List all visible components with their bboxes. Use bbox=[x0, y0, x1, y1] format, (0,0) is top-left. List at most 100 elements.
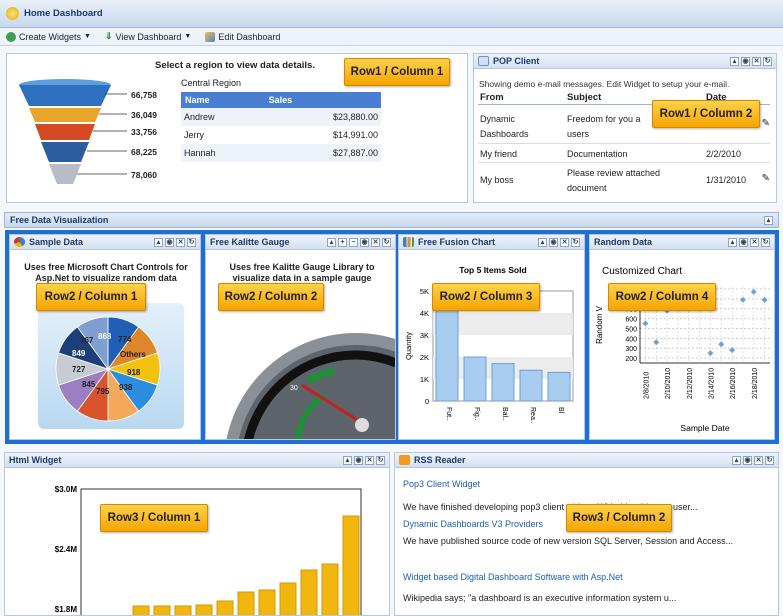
scatter-point[interactable] bbox=[739, 296, 746, 303]
collapse-icon[interactable]: ▴ bbox=[730, 56, 739, 66]
pie-label: 863 bbox=[98, 332, 112, 341]
y-axis-label: Random V bbox=[595, 305, 604, 343]
collapse-icon[interactable]: ▴ bbox=[732, 455, 741, 465]
sample-data-title: Sample Data bbox=[29, 237, 84, 247]
refresh-icon[interactable]: ↻ bbox=[571, 237, 580, 247]
refresh-icon[interactable]: ↻ bbox=[382, 237, 391, 247]
collapse-icon[interactable]: ▴ bbox=[728, 237, 737, 247]
funnel-segment[interactable] bbox=[19, 85, 111, 106]
y-tick-label: 0 bbox=[425, 397, 429, 406]
close-icon[interactable]: ✕ bbox=[365, 455, 374, 465]
bar[interactable] bbox=[174, 605, 192, 616]
bar[interactable] bbox=[237, 591, 255, 616]
table-row[interactable]: Andrew $23,880.00 bbox=[181, 108, 381, 126]
rss-item-title[interactable]: Dynamic Dashboards V3 Providers bbox=[403, 519, 543, 529]
refresh-icon[interactable]: ↻ bbox=[765, 455, 774, 465]
scatter-point[interactable] bbox=[761, 296, 768, 303]
collapse-icon[interactable]: ▴ bbox=[764, 215, 773, 225]
close-icon[interactable]: ✕ bbox=[371, 237, 380, 247]
table-row[interactable]: Hannah $27,887.00 bbox=[181, 144, 381, 162]
revenue-bar-chart[interactable]: $1.8M $2.4M $3.0M bbox=[5, 469, 390, 616]
bar[interactable] bbox=[258, 589, 276, 616]
x-tick-label: 2/12/2010 bbox=[687, 368, 694, 399]
bar[interactable] bbox=[279, 582, 297, 616]
scatter-point[interactable] bbox=[750, 288, 757, 295]
refresh-icon[interactable]: ↻ bbox=[763, 56, 772, 66]
refresh-icon[interactable]: ↻ bbox=[761, 237, 770, 247]
collapse-icon[interactable]: ▴ bbox=[538, 237, 547, 247]
bar[interactable] bbox=[491, 363, 515, 402]
rss-item-title[interactable]: Pop3 Client Widget bbox=[403, 479, 480, 489]
bar[interactable] bbox=[195, 604, 213, 616]
scatter-chart[interactable]: Customized Chart200300400500600700800900… bbox=[590, 251, 776, 439]
zoom-in-icon[interactable]: + bbox=[338, 237, 347, 247]
funnel-value: 66,758 bbox=[131, 90, 157, 100]
table-row[interactable]: Jerry $14,991.00 bbox=[181, 126, 381, 144]
x-tick-label: 2/8/2010 bbox=[643, 372, 650, 399]
edit-dashboard-button[interactable]: Edit Dashboard bbox=[205, 31, 281, 42]
pie-label: 938 bbox=[119, 383, 133, 392]
bar[interactable] bbox=[342, 515, 360, 616]
scatter-point[interactable] bbox=[718, 341, 725, 348]
close-icon[interactable]: ✕ bbox=[750, 237, 759, 247]
email-row[interactable]: My friend Documentation 2/2/2010 bbox=[478, 145, 770, 163]
x-tick-label: Fig.. bbox=[473, 407, 480, 421]
collapse-icon[interactable]: ▴ bbox=[327, 237, 336, 247]
bar[interactable] bbox=[321, 563, 339, 616]
scatter-point[interactable] bbox=[707, 350, 714, 357]
funnel-segment[interactable] bbox=[41, 142, 89, 162]
bar[interactable] bbox=[519, 369, 543, 402]
collapse-icon[interactable]: ▴ bbox=[154, 237, 163, 247]
view-dashboard-button[interactable]: ⇓ View Dashboard ▼ bbox=[105, 31, 191, 42]
bar[interactable] bbox=[216, 600, 234, 616]
settings-icon[interactable]: ◉ bbox=[743, 455, 752, 465]
funnel-segment[interactable] bbox=[29, 108, 101, 122]
refresh-icon[interactable]: ↻ bbox=[376, 455, 385, 465]
settings-icon[interactable]: ◉ bbox=[741, 56, 750, 66]
email-from: Dynamic Dashboards bbox=[480, 114, 529, 139]
close-icon[interactable]: ✕ bbox=[754, 455, 763, 465]
close-icon[interactable]: ✕ bbox=[176, 237, 185, 247]
bar[interactable] bbox=[153, 605, 171, 616]
funnel-segment[interactable] bbox=[35, 124, 95, 140]
layout-tag: Row2 / Column 2 bbox=[218, 283, 324, 311]
close-icon[interactable]: ✕ bbox=[752, 56, 761, 66]
rss-item-title[interactable]: Widget based Digital Dashboard Software … bbox=[403, 572, 623, 582]
fusion-chart-title: Free Fusion Chart bbox=[418, 237, 496, 247]
gauge[interactable] bbox=[206, 295, 396, 440]
random-data-title: Random Data bbox=[594, 237, 653, 247]
zoom-out-icon[interactable]: − bbox=[349, 237, 358, 247]
pie-chart[interactable] bbox=[48, 307, 168, 425]
edit-dashboard-label: Edit Dashboard bbox=[218, 31, 281, 42]
section-title: Free Data Visualization bbox=[10, 215, 109, 225]
settings-icon[interactable]: ◉ bbox=[549, 237, 558, 247]
settings-icon[interactable]: ◉ bbox=[165, 237, 174, 247]
y-tick-label: $2.4M bbox=[55, 545, 78, 554]
y-tick-label: 2K bbox=[420, 353, 429, 362]
y-tick-label: 600 bbox=[625, 317, 637, 324]
y-tick-label: 500 bbox=[625, 326, 637, 333]
close-icon[interactable]: ✕ bbox=[560, 237, 569, 247]
refresh-icon[interactable]: ↻ bbox=[187, 237, 196, 247]
scatter-point[interactable] bbox=[642, 320, 649, 327]
edit-pencil-icon[interactable]: ✎ bbox=[762, 118, 770, 129]
funnel-segment[interactable] bbox=[49, 164, 81, 184]
bar[interactable] bbox=[300, 569, 318, 616]
bar[interactable] bbox=[132, 605, 150, 616]
cell-name: Andrew bbox=[184, 112, 215, 122]
email-row[interactable]: My boss Please review attached document … bbox=[478, 164, 770, 196]
settings-icon[interactable]: ◉ bbox=[354, 455, 363, 465]
collapse-icon[interactable]: ▴ bbox=[343, 455, 352, 465]
bar[interactable] bbox=[463, 356, 487, 402]
settings-icon[interactable]: ◉ bbox=[360, 237, 369, 247]
html-widget-header: Html Widget ▴ ◉ ✕ ↻ bbox=[5, 453, 389, 468]
rss-icon bbox=[399, 455, 410, 465]
fusion-bar-chart[interactable]: Top 5 Items Sold 0 1K 2K 3K 4K 5K Quantity Fut..… bbox=[399, 251, 586, 439]
create-widgets-button[interactable]: Create Widgets ▼ bbox=[6, 31, 91, 42]
settings-icon[interactable]: ◉ bbox=[739, 237, 748, 247]
scatter-point[interactable] bbox=[653, 339, 660, 346]
edit-pencil-icon[interactable]: ✎ bbox=[762, 173, 770, 184]
rss-reader-header: RSS Reader ▴ ◉ ✕ ↻ bbox=[395, 453, 778, 468]
bar[interactable] bbox=[547, 371, 571, 402]
bar[interactable] bbox=[435, 301, 459, 402]
